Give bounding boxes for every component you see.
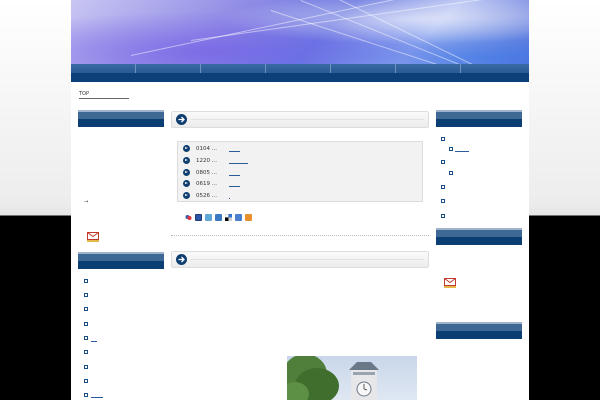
list-bullet-icon <box>84 336 88 340</box>
list-item: 0104 ... <box>183 144 413 154</box>
page-container: TOP → 0104 ... 1220 ... 0805 ... 0619 ..… <box>71 0 529 400</box>
list-bullet-icon <box>84 293 88 297</box>
section-divider <box>171 235 429 237</box>
list-bullet-icon <box>441 199 445 203</box>
list-item: 0805 ... <box>183 168 413 178</box>
arrow-right-icon <box>183 157 190 164</box>
news-section-header <box>171 111 429 128</box>
share-yahoo-icon[interactable] <box>195 214 202 221</box>
nav-item-4[interactable] <box>266 64 331 73</box>
sidebar-link[interactable] <box>455 151 469 152</box>
nav-item-5[interactable] <box>331 64 396 73</box>
list-bullet-icon <box>84 307 88 311</box>
social-bookmark-bar <box>185 213 275 223</box>
list-bullet-icon <box>441 185 445 189</box>
list-bullet-icon <box>84 279 88 283</box>
global-nav <box>71 64 529 82</box>
news-link[interactable] <box>229 198 230 199</box>
list-bullet-icon <box>449 147 453 151</box>
news-link[interactable] <box>229 186 240 187</box>
arrow-right-icon <box>183 145 190 152</box>
right-sidebar-header-1 <box>436 110 522 127</box>
nav-item-6[interactable] <box>396 64 461 73</box>
news-link[interactable] <box>229 163 248 164</box>
list-item: 0619 ... <box>183 179 413 189</box>
header-banner <box>71 0 529 64</box>
nav-item-2[interactable] <box>136 64 201 73</box>
list-bullet-icon <box>441 160 445 164</box>
share-buzzurl-icon[interactable] <box>215 214 222 221</box>
arrow-right-icon <box>183 180 190 187</box>
list-item: 1220 ... <box>183 156 413 166</box>
sidebar-link[interactable] <box>91 341 97 342</box>
list-bullet-icon <box>84 365 88 369</box>
right-sidebar <box>436 110 522 400</box>
news-date: 0805 ... <box>196 170 217 176</box>
share-hatena-icon[interactable] <box>185 214 192 221</box>
arrow-mark: → <box>84 199 89 205</box>
share-google-icon[interactable] <box>235 214 242 221</box>
share-delicious-icon[interactable] <box>224 213 232 221</box>
nav-item-3[interactable] <box>201 64 266 73</box>
share-rss-icon[interactable] <box>245 214 252 221</box>
left-sidebar: → <box>78 110 164 400</box>
arrow-right-icon <box>176 254 187 265</box>
list-bullet-icon <box>84 393 88 397</box>
sidebar-link[interactable] <box>91 397 103 398</box>
list-bullet-icon <box>449 171 453 175</box>
list-bullet-icon <box>441 137 445 141</box>
mail-icon[interactable] <box>87 232 99 242</box>
arrow-right-icon <box>183 192 190 199</box>
mail-icon[interactable] <box>444 278 456 288</box>
nav-item-1[interactable] <box>71 64 136 73</box>
clock-tower-photo <box>287 356 417 400</box>
list-bullet-icon <box>84 379 88 383</box>
news-date: 0104 ... <box>196 146 217 152</box>
arrow-right-icon <box>176 114 187 125</box>
nav-item-7[interactable] <box>461 64 529 73</box>
breadcrumb-top-link[interactable]: TOP <box>79 91 89 97</box>
list-bullet-icon <box>84 322 88 326</box>
news-date: 0619 ... <box>196 181 217 187</box>
share-livedoor-icon[interactable] <box>205 214 212 221</box>
left-sidebar-header-1 <box>78 110 164 127</box>
news-link[interactable] <box>229 151 240 152</box>
list-bullet-icon <box>441 214 445 218</box>
left-sidebar-header-2 <box>78 252 164 269</box>
news-date: 0526 ... <box>196 193 217 199</box>
right-sidebar-header-3 <box>436 322 522 339</box>
list-bullet-icon <box>84 350 88 354</box>
breadcrumb: TOP <box>79 90 129 99</box>
content-section-header <box>171 251 429 268</box>
list-item: 0526 ... <box>183 191 413 201</box>
news-list: 0104 ... 1220 ... 0805 ... 0619 ... 0526… <box>177 141 423 202</box>
arrow-right-icon <box>183 169 190 176</box>
news-link[interactable] <box>229 175 240 176</box>
news-date: 1220 ... <box>196 158 217 164</box>
right-sidebar-header-2 <box>436 228 522 245</box>
